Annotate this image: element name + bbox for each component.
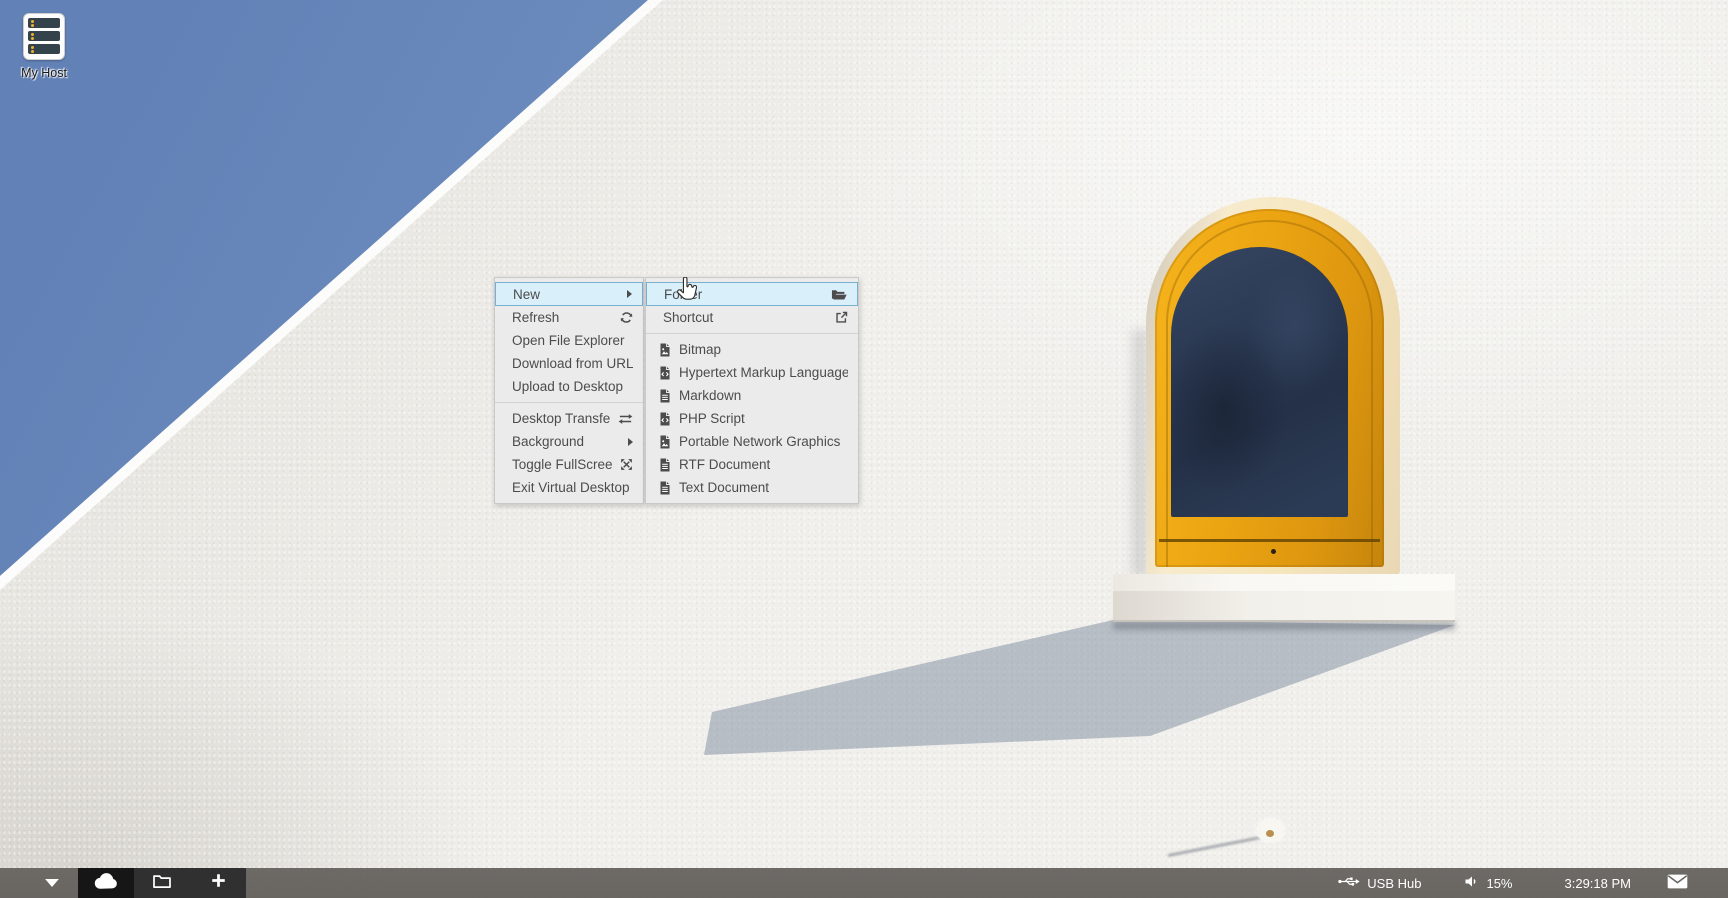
wall-rod-tip: [1266, 830, 1274, 837]
clock: 3:29:18 PM: [1565, 876, 1632, 891]
menu-separator: [646, 333, 858, 334]
clock-label: 3:29:18 PM: [1565, 876, 1632, 891]
menu-item-label: RTF Document: [679, 457, 848, 472]
menu-item-label: Markdown: [679, 388, 848, 403]
submenu-item-bitmap[interactable]: Bitmap: [646, 338, 858, 361]
context-menu-item-download-from-url[interactable]: Download from URL: [495, 352, 643, 375]
menu-item-label: Folder: [664, 287, 823, 302]
menu-item-label: Desktop Transfer: [512, 411, 610, 426]
refresh-icon: [620, 311, 633, 324]
submenu-item-php-script[interactable]: PHP Script: [646, 407, 858, 430]
window-glass: [1171, 247, 1348, 517]
usb-hub-indicator[interactable]: USB Hub: [1338, 875, 1421, 891]
envelope-icon: [1667, 874, 1688, 892]
window-sill-front: [1113, 591, 1455, 622]
menu-item-label: Portable Network Graphics: [679, 434, 848, 449]
volume-percent-label: 15%: [1486, 876, 1512, 891]
submenu-item-text-document[interactable]: Text Document: [646, 476, 858, 499]
desktop-icon-label: My Host: [4, 66, 84, 80]
mail-button[interactable]: [1667, 874, 1688, 892]
menu-item-label: Exit Virtual Desktop: [512, 480, 633, 495]
new-submenu: Folder Shortcut Bitmap Hypertext Markup …: [645, 277, 859, 504]
context-menu-item-toggle-fullscreen[interactable]: Toggle FullScreen: [495, 453, 643, 476]
submenu-item-markdown[interactable]: Markdown: [646, 384, 858, 407]
submenu-item-portable-network-graphics[interactable]: Portable Network Graphics: [646, 430, 858, 453]
cloud-icon: [93, 872, 120, 895]
volume-indicator[interactable]: 15%: [1465, 875, 1512, 891]
file-image-icon: [657, 435, 672, 449]
wallpaper: [0, 0, 1728, 898]
file-lines-icon: [657, 389, 672, 403]
expand-icon: [620, 458, 633, 471]
menu-item-label: Bitmap: [679, 342, 848, 357]
server-icon: [23, 13, 65, 60]
menu-item-label: PHP Script: [679, 411, 848, 426]
window-sill-top: [1113, 574, 1455, 591]
menu-item-label: Upload to Desktop: [512, 379, 633, 394]
menu-item-label: Download from URL: [512, 356, 633, 371]
desktop-icon-my-host[interactable]: My Host: [4, 13, 84, 80]
taskbar-file-explorer-button[interactable]: [134, 868, 190, 898]
usb-hub-label: USB Hub: [1367, 876, 1421, 891]
volume-icon: [1465, 875, 1479, 891]
taskbar-cloud-button[interactable]: [78, 868, 134, 898]
submenu-item-folder[interactable]: Folder: [646, 282, 858, 306]
menu-separator: [495, 402, 643, 403]
context-menu-item-refresh[interactable]: Refresh: [495, 306, 643, 329]
menu-item-label: Open File Explorer: [512, 333, 633, 348]
menu-item-label: New: [513, 287, 619, 302]
menu-item-label: Refresh: [512, 310, 612, 325]
caret-right-icon: [627, 290, 632, 298]
context-menu-item-exit-virtual-desktop[interactable]: Exit Virtual Desktop: [495, 476, 643, 499]
folder-open-icon: [831, 288, 847, 301]
context-menu-item-open-file-explorer[interactable]: Open File Explorer: [495, 329, 643, 352]
context-menu-item-new[interactable]: New: [495, 282, 643, 306]
taskbar-menu-button[interactable]: [38, 868, 66, 898]
window-groove: [1159, 539, 1380, 542]
caret-down-icon: [45, 874, 59, 892]
taskbar-add-button[interactable]: [190, 868, 246, 898]
context-menu-item-background[interactable]: Background: [495, 430, 643, 453]
file-code-icon: [657, 412, 672, 426]
menu-item-label: Text Document: [679, 480, 848, 495]
context-menu-item-desktop-transfer[interactable]: Desktop Transfer: [495, 407, 643, 430]
caret-right-icon: [628, 438, 633, 446]
external-link-icon: [835, 311, 848, 324]
plus-icon: [211, 873, 226, 893]
submenu-item-rtf-document[interactable]: RTF Document: [646, 453, 858, 476]
usb-icon: [1338, 875, 1360, 891]
file-lines-icon: [657, 458, 672, 472]
file-image-icon: [657, 343, 672, 357]
desktop-context-menu: New Refresh Open File Explorer Download fr…: [494, 277, 644, 504]
folder-icon: [152, 873, 172, 894]
window-keyhole-dot: [1271, 549, 1276, 554]
menu-item-label: Shortcut: [663, 310, 827, 325]
menu-item-label: Hypertext Markup Language: [679, 365, 848, 380]
file-lines-icon: [657, 481, 672, 495]
submenu-item-shortcut[interactable]: Shortcut: [646, 306, 858, 329]
file-code-icon: [657, 366, 672, 380]
context-menu-item-upload-to-desktop[interactable]: Upload to Desktop: [495, 375, 643, 398]
transfer-icon: [618, 413, 633, 425]
menu-item-label: Toggle FullScreen: [512, 457, 612, 472]
taskbar: USB Hub 15% 3:29:18 PM: [0, 868, 1728, 898]
submenu-item-hypertext-markup-language[interactable]: Hypertext Markup Language: [646, 361, 858, 384]
menu-item-label: Background: [512, 434, 620, 449]
sill-shadow: [1113, 621, 1455, 630]
